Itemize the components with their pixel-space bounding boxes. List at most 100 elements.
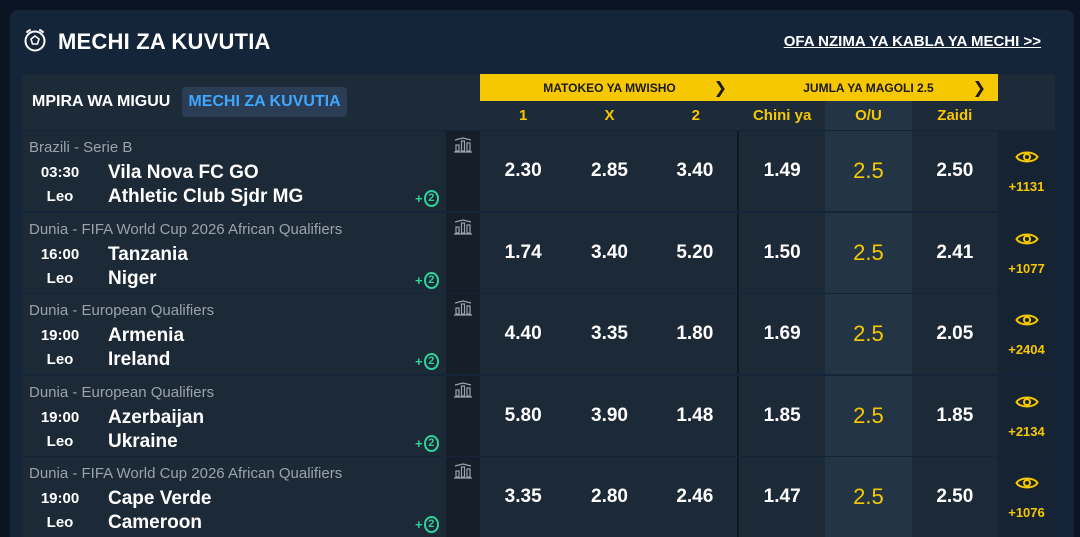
match-row[interactable]: Dunia - FIFA World Cup 2026 African Qual… xyxy=(22,457,1055,537)
away-team[interactable]: Athletic Club Sjdr MG xyxy=(108,186,303,208)
match-row[interactable]: Dunia - European Qualifiers 19:00 Leo Azerb… xyxy=(22,376,1055,456)
home-team[interactable]: Tanzania xyxy=(108,244,188,266)
home-team[interactable]: Vila Nova FC GO xyxy=(108,162,259,184)
away-team[interactable]: Ukraine xyxy=(108,431,178,453)
odd-home[interactable]: 4.40 xyxy=(480,294,566,374)
league-name: Dunia - European Qualifiers xyxy=(29,302,215,319)
odd-away[interactable]: 2.46 xyxy=(653,457,739,537)
more-markets-badge[interactable]: +2 xyxy=(415,188,439,208)
match-time: 03:30 xyxy=(40,164,80,181)
odd-home[interactable]: 5.80 xyxy=(480,376,566,456)
league-name: Brazili - Serie B xyxy=(29,139,133,156)
home-team[interactable]: Cape Verde xyxy=(108,488,212,510)
statistics-button[interactable] xyxy=(446,457,480,537)
more-markets-badge[interactable]: +2 xyxy=(415,270,439,290)
odd-under[interactable]: 1.85 xyxy=(739,376,825,456)
statistics-icon xyxy=(454,219,472,235)
match-row[interactable]: Brazili - Serie B 03:30 Leo Vila Nova FC GO… xyxy=(22,131,1055,211)
odd-home[interactable]: 1.74 xyxy=(480,213,566,293)
more-markets-count: +2134 xyxy=(1008,423,1045,439)
plus-sign: + xyxy=(415,435,423,451)
eye-icon xyxy=(1014,314,1039,325)
odds-group: 5.80 3.90 1.48 1.85 2.5 1.85 xyxy=(480,376,998,456)
match-details-button[interactable]: +2134 xyxy=(998,376,1055,456)
market-result-selector[interactable]: MATOKEO YA MWISHO ❯ xyxy=(480,74,739,101)
tab-football[interactable]: MPIRA WA MIGUU xyxy=(32,93,170,111)
market-result-label: MATOKEO YA MWISHO xyxy=(543,80,676,95)
header-spacer xyxy=(998,74,1055,130)
statistics-icon xyxy=(454,382,472,398)
match-details-button[interactable]: +1076 xyxy=(998,457,1055,537)
eye-icon xyxy=(1014,477,1039,488)
sport-tabs: MPIRA WA MIGUU MECHI ZA KUVUTIA xyxy=(22,74,480,130)
more-markets-count: +1076 xyxy=(1008,504,1045,520)
chevron-right-icon: ❯ xyxy=(972,80,986,97)
odd-under[interactable]: 1.47 xyxy=(739,457,825,537)
column-header: O/U xyxy=(825,101,912,130)
odd-away[interactable]: 1.48 xyxy=(653,376,739,456)
odd-draw[interactable]: 3.35 xyxy=(566,294,652,374)
match-day: Leo xyxy=(46,270,74,287)
odd-draw[interactable]: 2.85 xyxy=(566,131,652,211)
odds-group: 4.40 3.35 1.80 1.69 2.5 2.05 xyxy=(480,294,998,374)
column-header: 1 xyxy=(518,107,528,124)
league-name: Dunia - FIFA World Cup 2026 African Qual… xyxy=(29,221,343,238)
odd-over[interactable]: 1.85 xyxy=(912,376,998,456)
column-header: Chini ya xyxy=(752,107,812,124)
match-day: Leo xyxy=(46,514,74,531)
odds-column-headers: 1 X 2 Chini ya O/U Zaidi xyxy=(480,101,998,130)
odd-over[interactable]: 2.50 xyxy=(912,457,998,537)
match-row[interactable]: Dunia - FIFA World Cup 2026 African Qual… xyxy=(22,213,1055,293)
odd-draw[interactable]: 3.90 xyxy=(566,376,652,456)
totals-line: 2.5 xyxy=(825,131,912,211)
odd-draw[interactable]: 3.40 xyxy=(566,213,652,293)
home-team[interactable]: Azerbaijan xyxy=(108,407,204,429)
more-markets-count: +1077 xyxy=(1008,260,1045,276)
odd-away[interactable]: 3.40 xyxy=(653,131,739,211)
eye-icon xyxy=(1014,396,1039,407)
more-markets-badge[interactable]: +2 xyxy=(415,514,439,534)
odd-under[interactable]: 1.69 xyxy=(739,294,825,374)
odds-group: 3.35 2.80 2.46 1.47 2.5 2.50 xyxy=(480,457,998,537)
tab-featured-matches[interactable]: MECHI ZA KUVUTIA xyxy=(182,87,347,117)
away-team[interactable]: Ireland xyxy=(108,349,170,371)
match-row[interactable]: Dunia - European Qualifiers 19:00 Leo Armen… xyxy=(22,294,1055,374)
statistics-button[interactable] xyxy=(446,131,480,211)
plus-count-icon: 2 xyxy=(423,352,439,370)
odd-over[interactable]: 2.41 xyxy=(912,213,998,293)
match-details-button[interactable]: +1077 xyxy=(998,213,1055,293)
full-prematch-offer-link[interactable]: OFA NZIMA YA KABLA YA MECHI >> xyxy=(784,33,1041,50)
odd-under[interactable]: 1.49 xyxy=(739,131,825,211)
market-totals-selector[interactable]: JUMLA YA MAGOLI 2.5 ❯ xyxy=(739,74,998,101)
odd-over[interactable]: 2.05 xyxy=(912,294,998,374)
statistics-button[interactable] xyxy=(446,213,480,293)
odd-under[interactable]: 1.50 xyxy=(739,213,825,293)
away-team[interactable]: Cameroon xyxy=(108,512,202,534)
chevron-right-icon: ❯ xyxy=(713,80,727,97)
odd-home[interactable]: 2.30 xyxy=(480,131,566,211)
statistics-icon xyxy=(454,463,472,479)
odd-draw[interactable]: 2.80 xyxy=(566,457,652,537)
column-header: 2 xyxy=(691,107,700,124)
match-time: 19:00 xyxy=(40,490,80,507)
page-title: MECHI ZA KUVUTIA xyxy=(58,29,271,54)
statistics-icon xyxy=(454,300,472,316)
more-markets-badge[interactable]: +2 xyxy=(415,433,439,453)
match-day: Leo xyxy=(46,188,74,205)
statistics-button[interactable] xyxy=(446,294,480,374)
statistics-button[interactable] xyxy=(446,376,480,456)
odd-over[interactable]: 2.50 xyxy=(912,131,998,211)
home-team[interactable]: Armenia xyxy=(108,325,184,347)
match-day: Leo xyxy=(46,351,74,368)
odd-away[interactable]: 5.20 xyxy=(653,213,739,293)
match-time: 19:00 xyxy=(40,327,80,344)
odd-home[interactable]: 3.35 xyxy=(480,457,566,537)
odds-group: 2.30 2.85 3.40 1.49 2.5 2.50 xyxy=(480,131,998,211)
match-details-button[interactable]: +1131 xyxy=(998,131,1055,211)
match-details-button[interactable]: +2404 xyxy=(998,294,1055,374)
odd-away[interactable]: 1.80 xyxy=(653,294,739,374)
football-clock-icon xyxy=(22,27,48,58)
more-markets-badge[interactable]: +2 xyxy=(415,351,439,371)
away-team[interactable]: Niger xyxy=(108,268,157,290)
column-header: X xyxy=(604,107,615,124)
